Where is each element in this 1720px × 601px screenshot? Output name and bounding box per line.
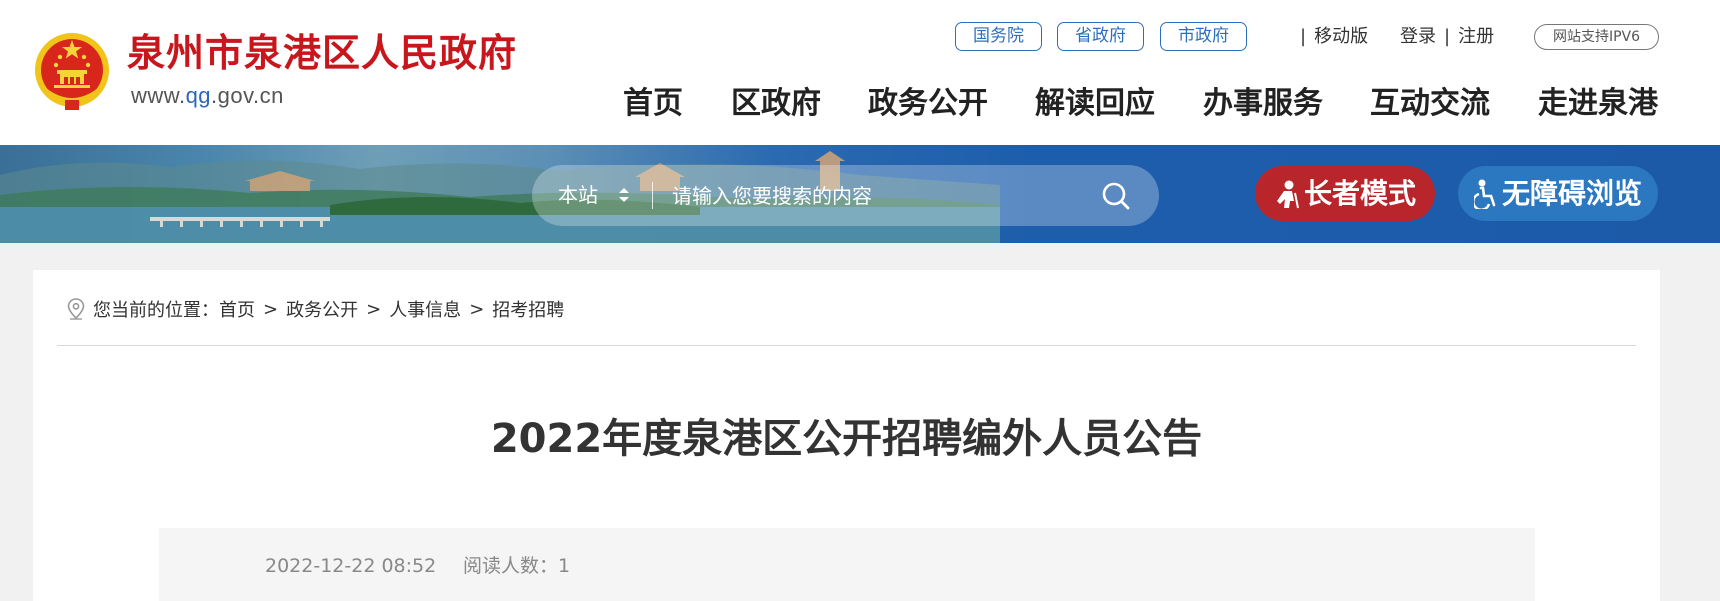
breadcrumb-separator: > [366,298,382,320]
login-link[interactable]: 登录 [1400,26,1436,47]
mobile-version-link[interactable]: 移动版 [1314,26,1368,47]
nav-interaction[interactable]: 互动交流 [1370,84,1490,124]
nav-interpretation[interactable]: 解读回应 [1035,84,1155,124]
scope-toggle-icon[interactable] [618,183,630,207]
breadcrumb: 您当前的位置： 首页 > 政务公开 > 人事信息 > 招考招聘 [67,294,564,324]
search-box: 本站 [532,165,1159,226]
site-url: www.qg.gov.cn [131,85,284,107]
article-panel: 您当前的位置： 首页 > 政务公开 > 人事信息 > 招考招聘 2022年度泉港… [33,270,1660,601]
breadcrumb-recruitment[interactable]: 招考招聘 [492,296,564,322]
breadcrumb-personnel[interactable]: 人事信息 [389,296,461,322]
link-city-gov[interactable]: 市政府 [1160,22,1247,51]
wheelchair-icon [1473,179,1496,209]
breadcrumb-prefix: 您当前的位置： [93,300,219,321]
account-links: 登录 | 注册 [1400,22,1494,51]
ipv6-badge: 网站支持IPV6 [1534,24,1659,50]
site-name[interactable]: 泉州市泉港区人民政府 [127,34,517,72]
nav-about[interactable]: 走进泉港 [1538,84,1658,124]
site-header: 泉州市泉港区人民政府 www.qg.gov.cn 国务院 省政府 市政府 | 移动… [0,0,1720,145]
nav-gov-affairs[interactable]: 政务公开 [868,84,988,124]
accessible-browse-label: 无障碍浏览 [1501,177,1642,210]
top-links: | 移动版 [1292,22,1368,51]
breadcrumb-home[interactable]: 首页 [219,296,255,322]
accessible-browse-button[interactable]: 无障碍浏览 [1458,166,1658,221]
article-title: 2022年度泉港区公开招聘编外人员公告 [490,416,1203,462]
register-link[interactable]: 注册 [1458,26,1494,47]
search-divider [652,182,653,209]
nav-home[interactable]: 首页 [623,84,683,124]
nav-services[interactable]: 办事服务 [1203,84,1323,124]
view-count-value: 1 [558,555,571,577]
search-input[interactable] [672,179,1092,212]
site-url-prefix: www. [131,83,186,108]
breadcrumb-separator: > [263,298,279,320]
elder-mode-button[interactable]: 长者模式 [1255,166,1435,221]
breadcrumb-gov-affairs[interactable]: 政务公开 [286,296,358,322]
view-count-label: 阅读人数： [463,555,559,577]
elder-icon [1276,180,1299,208]
breadcrumb-separator: > [469,298,485,320]
view-count: 阅读人数：1 [463,554,570,578]
article-meta-bar: 2022-12-22 08:52 阅读人数：1 [159,528,1535,601]
divider: | [1444,26,1451,47]
location-pin-icon [67,298,85,320]
elder-mode-label: 长者模式 [1303,177,1416,210]
search-scope-select[interactable]: 本站 [558,183,598,207]
publish-date: 2022-12-22 08:52 [265,555,437,577]
breadcrumb-divider [57,345,1636,346]
divider: | [1300,26,1307,47]
national-emblem-icon[interactable] [32,30,112,112]
link-state-council[interactable]: 国务院 [955,22,1042,51]
search-banner: 本站 长者模式 无障碍浏览 [0,145,1720,243]
site-url-suffix: .gov.cn [211,83,284,108]
search-icon[interactable] [1101,181,1131,211]
link-provincial-gov[interactable]: 省政府 [1057,22,1144,51]
nav-district-gov[interactable]: 区政府 [731,84,821,124]
site-url-highlight: qg [185,83,212,108]
